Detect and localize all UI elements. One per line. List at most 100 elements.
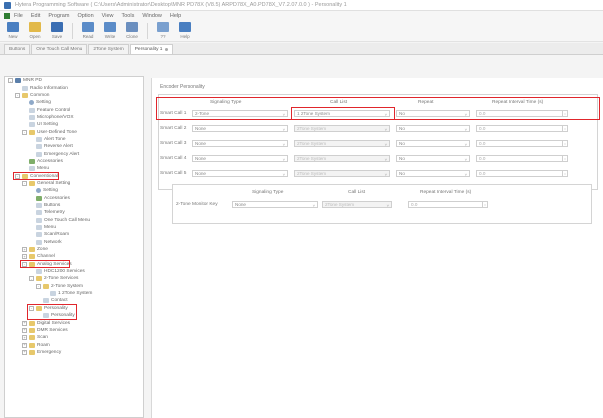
signaling-type-select[interactable]: None ˅	[192, 155, 288, 162]
spinner-arrows-icon[interactable]: ↕	[562, 111, 567, 116]
tree-node[interactable]: Feature Control	[5, 106, 143, 113]
repeat-interval-spinner[interactable]: 0.0 ↕	[476, 125, 568, 132]
repeat-interval-spinner[interactable]: 0.0 ↕	[476, 170, 568, 177]
collapse-icon[interactable]: -	[29, 305, 34, 311]
spinner-arrows-icon[interactable]: ↕	[562, 126, 567, 131]
signaling-type-select[interactable]: 2-Tone ˅	[192, 110, 288, 117]
tree-node[interactable]: - Personality	[5, 305, 143, 312]
expand-icon[interactable]: +	[22, 342, 27, 348]
tree-node[interactable]: Scan/Roam	[5, 231, 143, 238]
tree-node[interactable]: + Zone	[5, 246, 143, 253]
tree-node[interactable]: - General Setting	[5, 180, 143, 187]
tree-node[interactable]: - 2-Tone System	[5, 283, 143, 290]
tree-node[interactable]: Setting	[5, 187, 143, 194]
expand-icon[interactable]: +	[22, 327, 27, 333]
tree-node[interactable]: + Channel	[5, 253, 143, 260]
collapse-icon[interactable]: -	[22, 261, 27, 267]
menu-item-program[interactable]: Program	[48, 13, 69, 19]
signaling-type-select[interactable]: None ˅	[192, 125, 288, 132]
navigation-tree[interactable]: - MNR PD Radio Information - Common Setting Fe…	[4, 76, 144, 418]
tree-node[interactable]: Telemetry	[5, 209, 143, 216]
spinner-arrows-icon[interactable]: ↕	[482, 202, 487, 207]
tree-node[interactable]: HDC1200 Services	[5, 268, 143, 275]
expand-icon[interactable]: +	[22, 254, 27, 260]
repeat-select[interactable]: No ˅	[396, 155, 470, 162]
menu-item-edit[interactable]: Edit	[31, 13, 40, 19]
signaling-type-select[interactable]: None ˅	[192, 140, 288, 147]
toolbar-button-0[interactable]: New	[4, 22, 22, 39]
repeat-select[interactable]: No ˅	[396, 110, 470, 117]
menu-item-tools[interactable]: Tools	[122, 13, 135, 19]
call-list-select[interactable]: 2Tone System ˅	[294, 155, 390, 162]
tree-node[interactable]: - Analog Services	[5, 261, 143, 268]
collapse-icon[interactable]: -	[8, 78, 13, 84]
tree-node[interactable]: Emergency Alert	[5, 150, 143, 157]
monitor-call-list-select[interactable]: 2Tone System ˅	[322, 201, 392, 208]
tab-1[interactable]: One Touch Call Menu	[31, 44, 88, 54]
tree-node[interactable]: - Common	[5, 92, 143, 99]
tree-node[interactable]: One Touch Call Menu	[5, 217, 143, 224]
tree-node[interactable]: Microphone/VOX	[5, 114, 143, 121]
collapse-icon[interactable]: -	[15, 173, 20, 179]
tree-node[interactable]: Buttons	[5, 202, 143, 209]
call-list-select[interactable]: 2Tone System ˅	[294, 170, 390, 177]
collapse-icon[interactable]: -	[15, 92, 20, 98]
tree-node[interactable]: Menu	[5, 224, 143, 231]
collapse-icon[interactable]: -	[22, 129, 27, 135]
expand-icon[interactable]: +	[22, 335, 27, 341]
repeat-select[interactable]: No ˅	[396, 170, 470, 177]
call-list-select[interactable]: 2Tone System ˅	[294, 125, 390, 132]
collapse-icon[interactable]: -	[22, 180, 27, 186]
toolbar-button-1[interactable]: Open	[26, 22, 44, 39]
menu-item-help[interactable]: Help	[170, 13, 181, 19]
toolbar-button-4[interactable]: Write	[101, 22, 119, 39]
tree-node[interactable]: Contact	[5, 297, 143, 304]
call-list-select[interactable]: 1 2Tone System ˅	[294, 110, 390, 117]
expand-icon[interactable]: +	[22, 320, 27, 326]
menu-item-file[interactable]: File	[14, 13, 23, 19]
expand-icon[interactable]: +	[22, 247, 27, 253]
repeat-interval-spinner[interactable]: 0.0 ↕	[476, 140, 568, 147]
tree-node[interactable]: + DMR Services	[5, 327, 143, 334]
tab-3[interactable]: Personality 1	[129, 44, 174, 54]
tree-node[interactable]: Network	[5, 239, 143, 246]
spinner-arrows-icon[interactable]: ↕	[562, 171, 567, 176]
menu-item-view[interactable]: View	[102, 13, 114, 19]
tree-node[interactable]: Alert Tone	[5, 136, 143, 143]
tree-node[interactable]: + Emergency	[5, 349, 143, 356]
tree-node[interactable]: - User-Defined Tone	[5, 128, 143, 135]
repeat-interval-spinner[interactable]: 0.0 ↕	[476, 155, 568, 162]
toolbar-button-2[interactable]: Save	[48, 22, 66, 39]
tree-node[interactable]: + Digital Services	[5, 319, 143, 326]
toolbar-button-7[interactable]: Help	[176, 22, 194, 39]
toolbar-button-6[interactable]: ??	[154, 22, 172, 39]
monitor-signaling-select[interactable]: None ˅	[232, 201, 318, 208]
repeat-select[interactable]: No ˅	[396, 125, 470, 132]
menu-item-window[interactable]: Window	[142, 13, 162, 19]
signaling-type-select[interactable]: None ˅	[192, 170, 288, 177]
toolbar-button-5[interactable]: Clone	[123, 22, 141, 39]
tree-node[interactable]: + Scan	[5, 334, 143, 341]
repeat-interval-spinner[interactable]: 0.0 ↕	[476, 110, 568, 117]
spinner-arrows-icon[interactable]: ↕	[562, 141, 567, 146]
tree-node[interactable]: Radio Information	[5, 84, 143, 91]
tree-node[interactable]: Reverse Alert	[5, 143, 143, 150]
tree-node[interactable]: Personality	[5, 312, 143, 319]
tree-node[interactable]: Menu	[5, 165, 143, 172]
tree-node[interactable]: - MNR PD	[5, 77, 143, 84]
tree-node[interactable]: 1 2Tone System	[5, 290, 143, 297]
tree-node[interactable]: + Roam	[5, 341, 143, 348]
tree-node[interactable]: UI Setting	[5, 121, 143, 128]
tab-0[interactable]: Buttons	[4, 44, 31, 54]
tree-node[interactable]: Accessories	[5, 195, 143, 202]
collapse-icon[interactable]: -	[29, 276, 34, 282]
menu-item-option[interactable]: Option	[77, 13, 93, 19]
call-list-select[interactable]: 2Tone System ˅	[294, 140, 390, 147]
tab-2[interactable]: 2Tone System	[88, 44, 129, 54]
collapse-icon[interactable]: -	[36, 283, 41, 289]
toolbar-button-3[interactable]: Read	[79, 22, 97, 39]
monitor-interval-spinner[interactable]: 0.0 ↕	[408, 201, 488, 208]
tree-node[interactable]: Accessories	[5, 158, 143, 165]
tree-node[interactable]: Setting	[5, 99, 143, 106]
tree-node[interactable]: - Conventional	[5, 172, 143, 179]
